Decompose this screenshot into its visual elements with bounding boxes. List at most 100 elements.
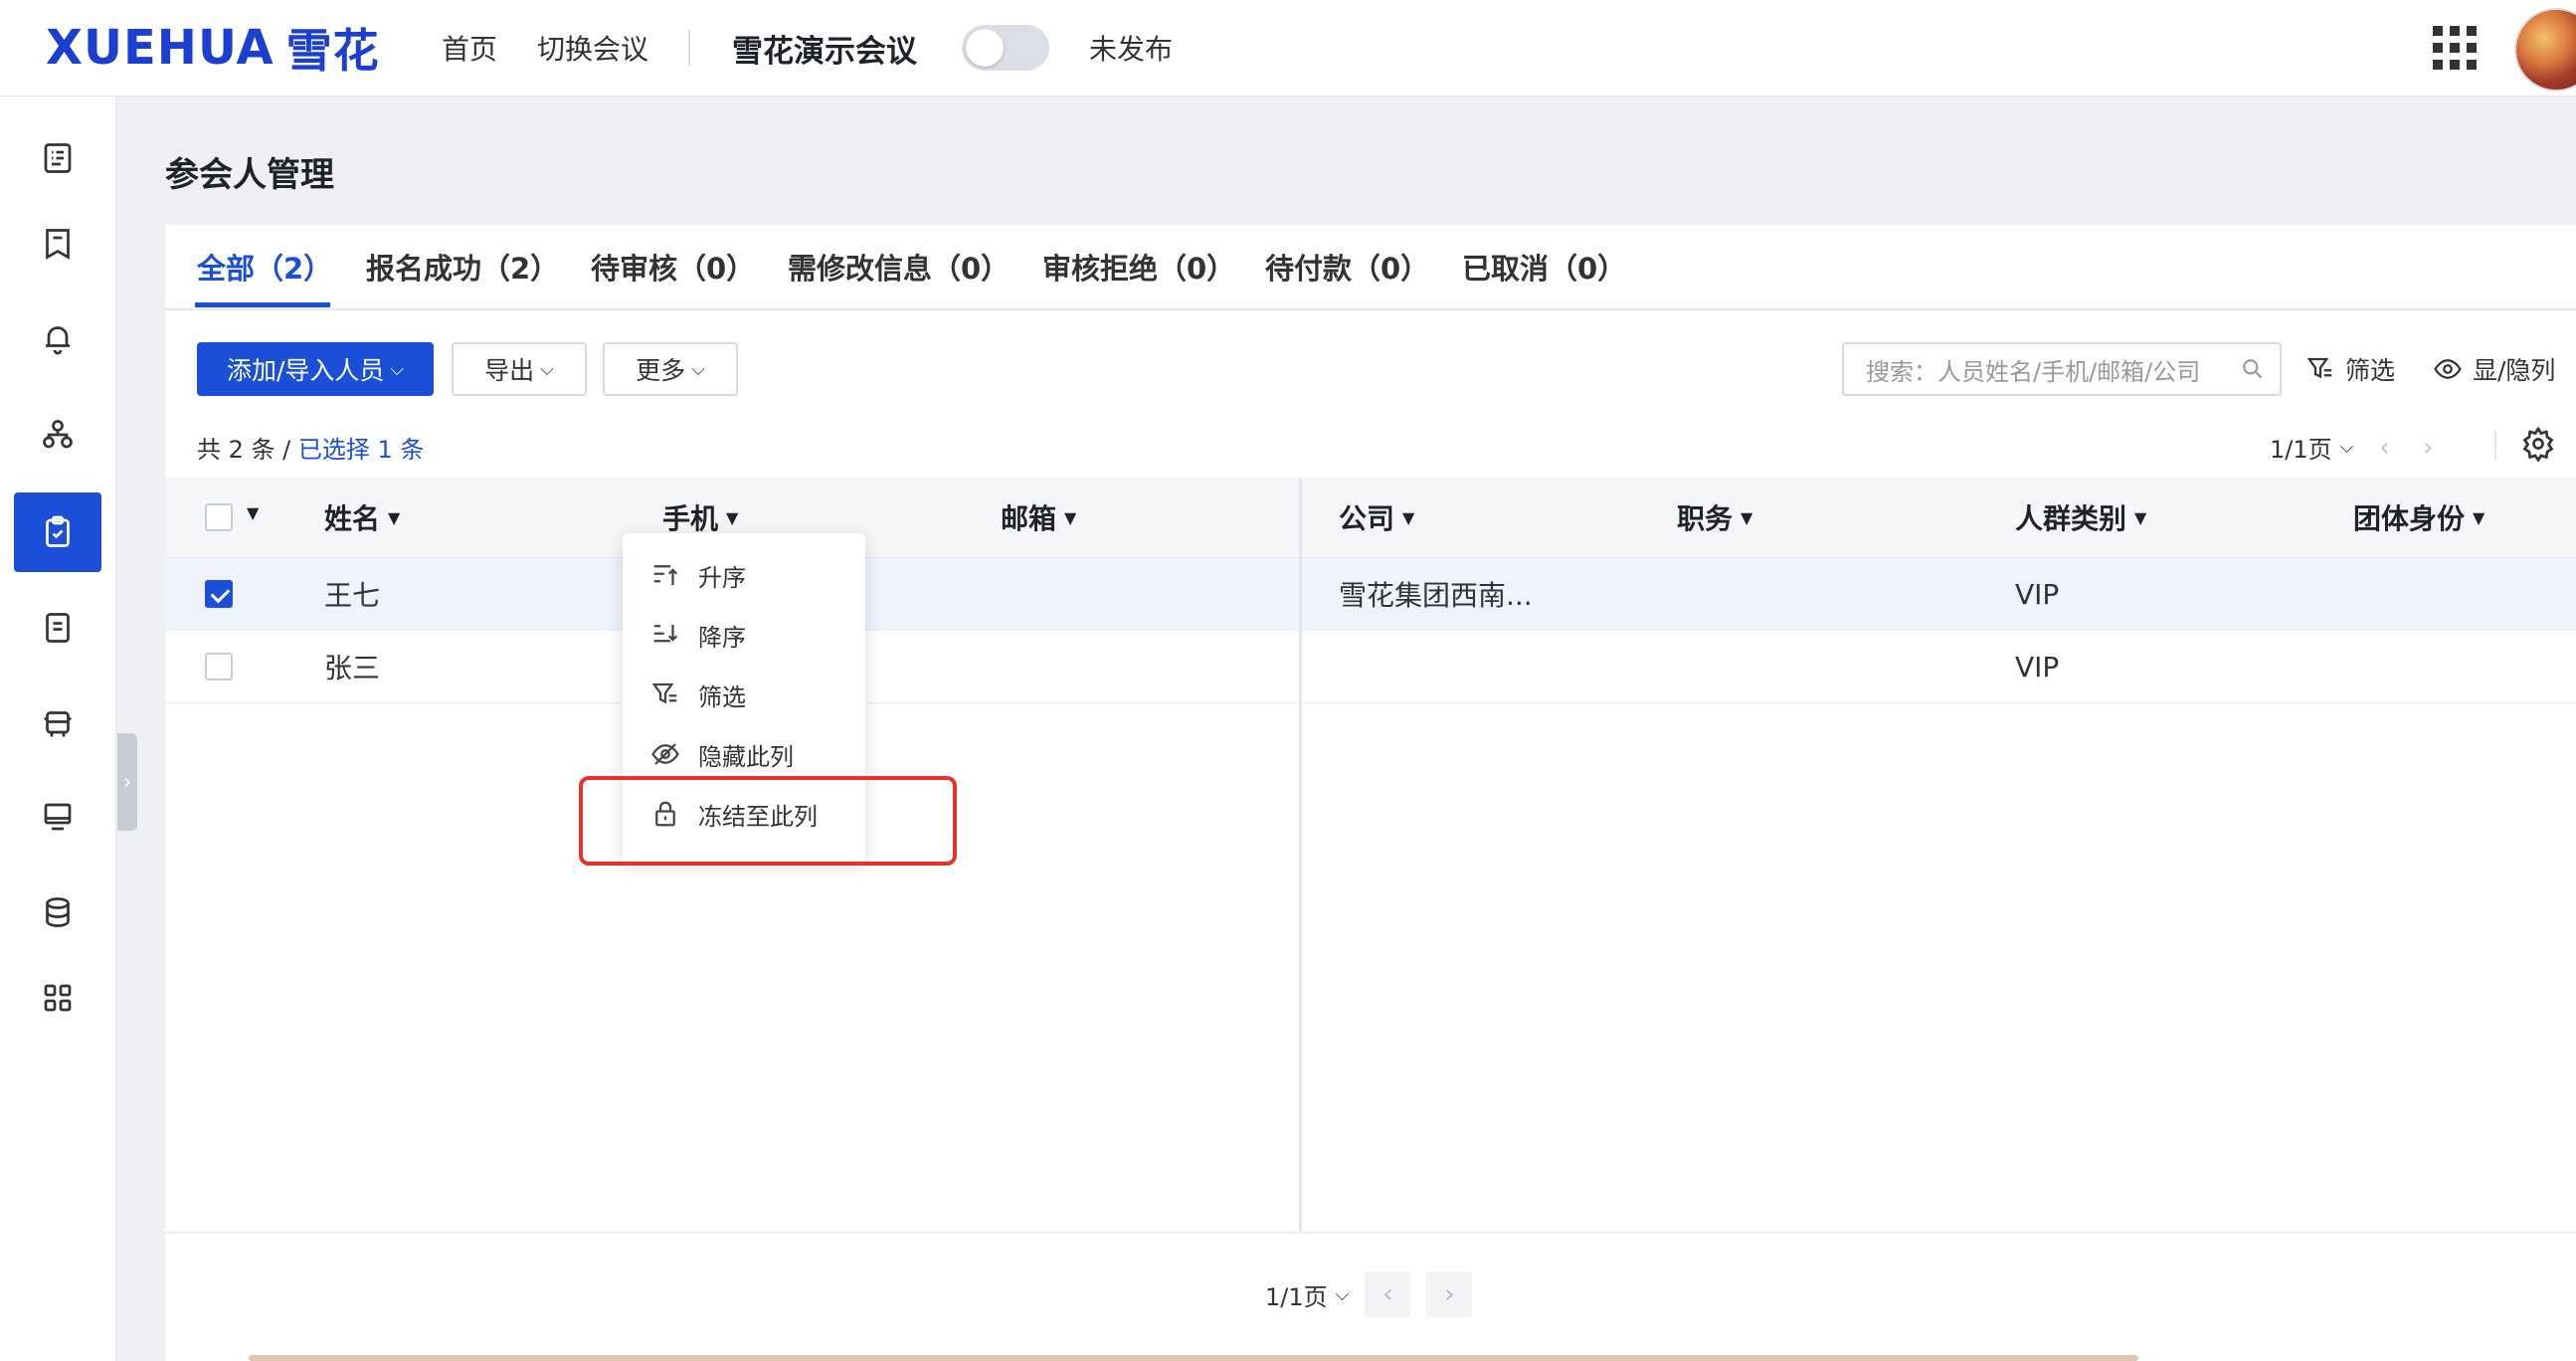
sidebar-collapse-handle[interactable]: › xyxy=(117,733,137,831)
menu-item-sort-asc[interactable]: 升序 xyxy=(623,545,865,605)
toggle-knob xyxy=(966,29,1004,67)
caret-down-icon: ▼ xyxy=(1402,507,1415,527)
column-header-group[interactable]: 团体身份 ▼ xyxy=(2353,478,2484,557)
gear-icon[interactable] xyxy=(2520,426,2556,462)
column-header-title[interactable]: 职务 ▼ xyxy=(1677,478,1752,557)
caret-down-icon: ▼ xyxy=(726,507,739,527)
column-header-category[interactable]: 人群类别 ▼ xyxy=(2015,478,2146,557)
column-header-email[interactable]: 邮箱 ▼ xyxy=(1001,478,1076,557)
export-label: 导出 xyxy=(484,356,535,385)
annotation-highlight-box xyxy=(579,776,957,866)
selected-count-text: 已选择 1 条 xyxy=(297,436,425,464)
avatar[interactable] xyxy=(2514,8,2576,92)
sort-desc-icon xyxy=(653,625,678,643)
status-tabs: 全部（2） 报名成功（2） 待审核（0） 需修改信息（0） 审核拒绝（0） 待付… xyxy=(165,225,2576,310)
record-count: 共 2 条 / 已选择 1 条 xyxy=(197,430,424,465)
eye-icon xyxy=(2434,359,2462,379)
toggle-columns-button[interactable]: 显/隐列 xyxy=(2433,342,2555,396)
table-header: ▼ 姓名 ▼ 手机 ▼ 邮箱 ▼ 公司 ▼ 职务 ▼ 人群类别 ▼ 团体身份 ▼ xyxy=(165,478,2576,558)
more-label: 更多 xyxy=(636,356,686,385)
caret-down-icon: ▼ xyxy=(1064,507,1077,527)
cell-category: VIP xyxy=(2015,577,2060,611)
header-divider xyxy=(688,30,690,66)
document-icon[interactable] xyxy=(14,588,101,668)
tab-pending-payment[interactable]: 待付款（0） xyxy=(1265,225,1429,308)
next-page-icon[interactable]: › xyxy=(2413,433,2443,463)
logo-text: XUEHUA xyxy=(46,20,275,76)
tab-pending-review[interactable]: 待审核（0） xyxy=(591,225,755,308)
logo[interactable]: XUEHUA 雪花 xyxy=(46,18,380,78)
tab-needs-edit[interactable]: 需修改信息（0） xyxy=(788,225,1010,308)
sort-asc-icon xyxy=(653,565,678,585)
bottom-pager: 1/1页 ⌵ ‹ › xyxy=(1265,1271,1473,1317)
row-checkbox[interactable] xyxy=(205,580,233,608)
sidebar xyxy=(0,97,116,1361)
table-row[interactable]: 张三 VIP xyxy=(165,631,2576,703)
logo-cn-text: 雪花 xyxy=(285,24,380,78)
bus-icon[interactable] xyxy=(14,683,101,763)
add-import-button[interactable]: 添加/导入人员 ⌵ xyxy=(197,342,434,396)
menu-item-sort-desc[interactable]: 降序 xyxy=(623,605,865,665)
filter-icon xyxy=(2306,357,2332,379)
filter-icon xyxy=(651,682,677,704)
row-checkbox[interactable] xyxy=(205,653,233,680)
frozen-column-divider[interactable] xyxy=(1299,478,1302,1234)
search-icon[interactable] xyxy=(2240,356,2266,382)
search-input[interactable]: 搜索：人员姓名/手机/邮箱/公司 xyxy=(1842,342,2282,396)
menu-item-filter[interactable]: 筛选 xyxy=(623,665,865,724)
export-button[interactable]: 导出 ⌵ xyxy=(452,342,587,396)
chevron-down-icon[interactable]: ⌵ xyxy=(1336,1284,1350,1305)
page-select[interactable]: 1/1页 xyxy=(1265,1277,1328,1312)
filter-label: 筛选 xyxy=(2345,356,2396,385)
toggle-columns-label: 显/隐列 xyxy=(2473,356,2556,385)
cell-name: 张三 xyxy=(324,652,381,684)
publish-status: 未发布 xyxy=(1089,33,1174,66)
bottom-edge-decoration xyxy=(249,1355,2138,1361)
list-doc-icon[interactable] xyxy=(14,118,101,198)
menu-item-hide-column[interactable]: 隐藏此列 xyxy=(623,724,865,784)
bookmark-icon[interactable] xyxy=(14,204,101,284)
select-all-checkbox[interactable] xyxy=(205,503,233,531)
table-bottom-border xyxy=(165,1232,2576,1234)
grid-apps-icon[interactable] xyxy=(14,958,101,1038)
publish-toggle[interactable] xyxy=(962,25,1049,71)
caret-down-icon: ▼ xyxy=(388,507,401,527)
filter-button[interactable]: 筛选 xyxy=(2305,342,2395,396)
prev-page-icon[interactable]: ‹ xyxy=(2369,433,2399,463)
table-row[interactable]: 王七 雪花集团西南... VIP xyxy=(165,558,2576,631)
app-grid-icon[interactable] xyxy=(2433,26,2477,70)
bell-icon[interactable] xyxy=(14,298,101,378)
cell-company: 雪花集团西南... xyxy=(1339,579,1533,612)
chevron-down-icon: ⌵ xyxy=(691,358,705,380)
column-header-name[interactable]: 姓名 ▼ xyxy=(324,478,400,557)
top-pager: 1/1页 ⌵ ‹ › xyxy=(2270,430,2443,465)
main-content: 全部（2） 报名成功（2） 待审核（0） 需修改信息（0） 审核拒绝（0） 待付… xyxy=(165,225,2576,1361)
cell-category: VIP xyxy=(2015,650,2060,683)
tab-all[interactable]: 全部（2） xyxy=(197,225,332,308)
chevron-down-icon: ⌵ xyxy=(390,358,405,380)
tab-registered[interactable]: 报名成功（2） xyxy=(366,225,559,308)
clipboard-check-icon[interactable] xyxy=(14,492,101,572)
org-chart-icon[interactable] xyxy=(14,395,101,475)
monitor-icon[interactable] xyxy=(14,777,101,857)
nav-home-link[interactable]: 首页 xyxy=(442,0,497,96)
tab-cancelled[interactable]: 已取消（0） xyxy=(1462,225,1626,308)
add-import-label: 添加/导入人员 xyxy=(226,356,385,385)
search-placeholder: 搜索：人员姓名/手机/邮箱/公司 xyxy=(1866,357,2201,386)
chevron-down-icon: ⌵ xyxy=(540,358,554,380)
column-header-company[interactable]: 公司 ▼ xyxy=(1339,478,1414,557)
caret-down-icon: ▼ xyxy=(2473,507,2485,527)
tab-rejected[interactable]: 审核拒绝（0） xyxy=(1042,225,1235,308)
total-count-text: 共 2 条 / xyxy=(197,436,298,464)
caret-down-icon: ▼ xyxy=(1741,507,1753,527)
chevron-down-icon[interactable]: ⌵ xyxy=(2340,437,2354,458)
database-icon[interactable] xyxy=(14,873,101,952)
eye-off-icon xyxy=(651,743,679,765)
more-button[interactable]: 更多 ⌵ xyxy=(603,342,738,396)
prev-page-icon[interactable]: ‹ xyxy=(1365,1271,1411,1317)
select-menu-caret-icon[interactable]: ▼ xyxy=(247,503,259,522)
page-select[interactable]: 1/1页 xyxy=(2270,430,2332,465)
nav-switch-conference-link[interactable]: 切换会议 xyxy=(537,0,648,96)
next-page-icon[interactable]: › xyxy=(1426,1271,1473,1317)
page-title: 参会人管理 xyxy=(165,155,334,195)
